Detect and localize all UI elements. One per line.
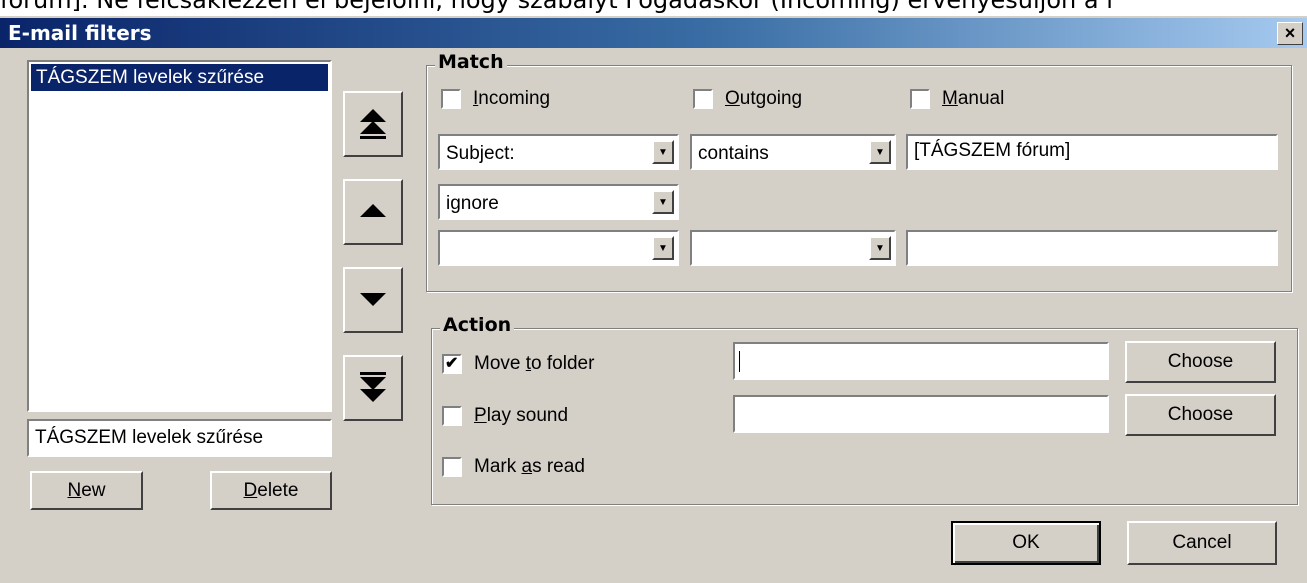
incoming-check-box[interactable]	[441, 89, 461, 109]
move-down-button[interactable]	[343, 267, 403, 333]
manual-label: Manual	[942, 88, 1005, 109]
folder-input[interactable]	[733, 342, 1109, 380]
play-sound-checkbox[interactable]: Play sound	[442, 405, 568, 427]
choose-folder-button[interactable]: Choose	[1125, 341, 1276, 383]
incoming-checkbox[interactable]: Incoming	[441, 88, 550, 110]
chevron-down-icon[interactable]: ▼	[869, 236, 891, 260]
play-sound-check-box[interactable]	[442, 406, 462, 426]
outgoing-check-box[interactable]	[693, 89, 713, 109]
move-to-folder-check-box[interactable]: ✔	[442, 354, 462, 374]
move-up-button[interactable]	[343, 179, 403, 245]
checkmark-icon: ✔	[445, 355, 459, 372]
filter-list[interactable]: TÁGSZEM levelek szűrése	[27, 60, 332, 412]
play-sound-label: Play sound	[474, 405, 569, 426]
outgoing-checkbox[interactable]: Outgoing	[693, 88, 802, 110]
sound-input[interactable]	[733, 395, 1109, 433]
match-operator-select[interactable]: ignore ▼	[438, 184, 679, 220]
move-down-icon	[360, 293, 386, 306]
manual-check-box[interactable]	[910, 89, 930, 109]
filter-list-item[interactable]: TÁGSZEM levelek szűrése	[31, 64, 328, 91]
cancel-button[interactable]: Cancel	[1127, 521, 1277, 565]
chevron-down-icon[interactable]: ▼	[652, 236, 674, 260]
delete-button[interactable]: Delete	[210, 471, 332, 510]
title-bar: E-mail filters ×	[0, 18, 1307, 48]
move-to-bottom-icon	[360, 372, 386, 402]
mark-as-read-label: Mark as read	[474, 456, 585, 477]
move-to-bottom-button[interactable]	[343, 355, 403, 421]
mark-as-read-checkbox[interactable]: Mark as read	[442, 456, 585, 478]
match-condition-select-2[interactable]: ▼	[690, 230, 896, 266]
action-legend: Action	[440, 314, 515, 336]
match-legend: Match	[435, 51, 507, 73]
manual-checkbox[interactable]: Manual	[910, 88, 1004, 110]
filter-name-input[interactable]: TÁGSZEM levelek szűrése	[27, 419, 332, 457]
match-value-input-2[interactable]	[906, 230, 1278, 266]
chevron-down-icon[interactable]: ▼	[869, 140, 891, 164]
close-icon: ×	[1284, 23, 1296, 43]
email-filters-dialog: TÁGSZEM levelek szűrése TÁGSZEM levelek …	[0, 48, 1307, 583]
match-field-select-2[interactable]: ▼	[438, 230, 679, 266]
chevron-down-icon[interactable]: ▼	[652, 140, 674, 164]
incoming-label: Incoming	[473, 88, 551, 109]
match-value-input[interactable]: [TÁGSZEM fórum]	[906, 134, 1278, 170]
window-title: E-mail filters	[8, 21, 152, 45]
move-to-top-icon	[360, 109, 386, 139]
ok-button[interactable]: OK	[951, 521, 1101, 565]
outgoing-label: Outgoing	[725, 88, 803, 109]
move-to-folder-checkbox[interactable]: ✔ Move to folder	[442, 353, 594, 375]
chevron-down-icon[interactable]: ▼	[652, 190, 674, 214]
document-text-fragment: fórum]. Ne felcsaklezzen el bejelölni, h…	[0, 0, 1307, 16]
match-field-select[interactable]: Subject: ▼	[438, 134, 679, 170]
filter-list-item-label: TÁGSZEM levelek szűrése	[36, 67, 265, 88]
choose-sound-button[interactable]: Choose	[1125, 394, 1276, 436]
mark-as-read-check-box[interactable]	[442, 457, 462, 477]
move-to-top-button[interactable]	[343, 91, 403, 157]
move-to-folder-label: Move to folder	[474, 353, 595, 374]
text-cursor	[739, 351, 740, 372]
new-button[interactable]: New	[30, 471, 143, 510]
move-up-icon	[360, 204, 386, 217]
close-button[interactable]: ×	[1277, 22, 1303, 45]
match-condition-select[interactable]: contains ▼	[690, 134, 896, 170]
